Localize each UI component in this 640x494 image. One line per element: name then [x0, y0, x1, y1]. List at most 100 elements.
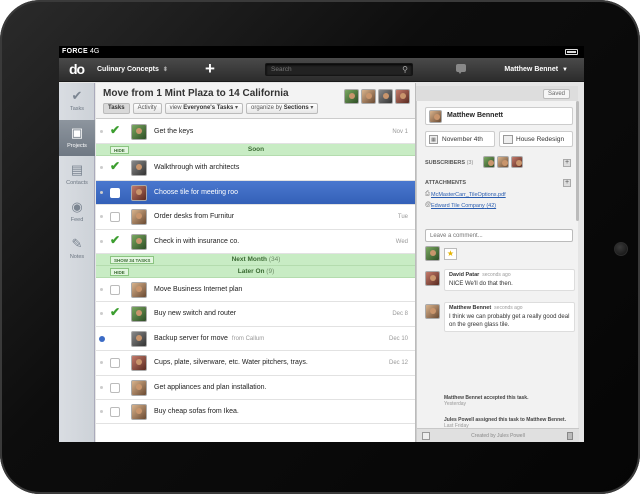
search-input[interactable]: [266, 64, 396, 75]
task-row[interactable]: ✔ Get the keys Nov 1: [96, 120, 415, 145]
calendar-icon: ▦: [429, 135, 438, 144]
section-toggle-button[interactable]: HIDE: [110, 146, 129, 155]
tab-tasks[interactable]: Tasks: [103, 103, 130, 114]
project-button[interactable]: House Redesign: [499, 131, 573, 147]
detail-scrollbar[interactable]: [576, 101, 579, 221]
assignee-card[interactable]: Matthew Bennett: [425, 107, 573, 125]
checkmark-icon[interactable]: ✔: [110, 305, 120, 319]
avatar[interactable]: [483, 156, 495, 168]
checkmark-icon[interactable]: ✔: [110, 233, 120, 247]
app-logo[interactable]: do: [69, 61, 85, 77]
sidebar-item-contacts[interactable]: ▤ Contacts: [59, 157, 95, 193]
detail-header: Saved: [416, 86, 578, 101]
priority-dot: [100, 166, 103, 170]
attachment-link[interactable]: McMasterCarr_TileOptions.pdf: [431, 192, 506, 198]
comment-input[interactable]: [426, 231, 566, 241]
task-row[interactable]: Backup server for move from Callum Dec 10: [96, 326, 415, 352]
collapse-icon[interactable]: [422, 432, 430, 440]
chevron-updown-icon: ⬍: [162, 67, 168, 73]
priority-dot: [100, 385, 103, 389]
add-task-button[interactable]: +: [205, 59, 215, 79]
avatar: [131, 281, 147, 298]
avatar[interactable]: [395, 89, 410, 104]
created-by-label: Created by Jules Powell: [471, 433, 525, 439]
comment-header: Matthew Bennet seconds ago: [449, 305, 570, 311]
checkmark-icon[interactable]: ✔: [110, 159, 120, 173]
task-title: Order desks from Furnitur: [154, 213, 235, 221]
search-box[interactable]: ⚲: [265, 63, 413, 76]
tab-activity[interactable]: Activity: [132, 103, 162, 114]
section-toggle-button[interactable]: HIDE: [110, 267, 129, 276]
sidebar-item-tasks[interactable]: ✔ Tasks: [59, 83, 95, 119]
sidebar-item-label: Feed: [70, 217, 84, 223]
chat-icon[interactable]: [456, 64, 466, 74]
battery-icon: [565, 49, 578, 55]
task-row[interactable]: ✔ Check in with insurance co. Wed: [96, 229, 415, 254]
search-icon[interactable]: ⚲: [402, 65, 408, 74]
paperclip-icon: ⎙: [425, 191, 430, 197]
task-checkbox[interactable]: [110, 382, 120, 393]
avatar[interactable]: [497, 156, 509, 168]
sidebar: ✔ Tasks ▣ Projects ▤ Contacts ◉ Feed ✎ Notes: [59, 83, 95, 442]
task-title: Choose tile for meeting roo: [154, 188, 239, 196]
comment: Matthew Bennet seconds ago I think we can…: [425, 302, 575, 338]
task-row[interactable]: Move Business Internet plan: [96, 277, 415, 303]
task-row[interactable]: Get appliances and plan installation.: [96, 375, 415, 400]
avatar[interactable]: [378, 89, 393, 104]
task-checkbox[interactable]: [110, 212, 120, 223]
project-members: [344, 89, 410, 104]
task-row[interactable]: ✔ Buy new switch and router Dec 8: [96, 302, 415, 327]
avatar[interactable]: [361, 89, 376, 104]
section-header: SHOW 34 TASKS Next Month (34): [96, 253, 415, 266]
comment-header: David Patar seconds ago: [449, 272, 570, 278]
comment-bubble: David Patar seconds ago NICE We'll do tha…: [444, 269, 575, 291]
organize-dropdown[interactable]: organize by Sections ▾: [245, 103, 319, 114]
trash-icon[interactable]: [567, 432, 573, 440]
attachment-link[interactable]: Edward Tile Company (42): [431, 203, 496, 209]
task-row[interactable]: Buy cheap sofas from Ikea.: [96, 399, 415, 425]
project-header: Move from 1 Mint Plaza to 14 California …: [96, 83, 415, 119]
organize-prefix: organize by: [250, 105, 283, 111]
task-checkbox[interactable]: [110, 358, 120, 369]
section-title: Later On: [237, 267, 265, 275]
avatar: [131, 306, 147, 323]
comment-box[interactable]: [425, 229, 573, 242]
avatar[interactable]: [511, 156, 523, 168]
task-checkbox[interactable]: [110, 284, 120, 295]
pencil-icon: ✎: [71, 236, 83, 251]
due-date-button[interactable]: ▦ November 4th: [425, 131, 495, 147]
task-due-date: Nov 1: [392, 129, 408, 135]
task-list: ✔ Get the keys Nov 1 HIDE Soon ✔ Walkthrough …: [96, 120, 415, 425]
task-checkbox[interactable]: [110, 187, 120, 198]
task-panel: Move from 1 Mint Plaza to 14 California …: [96, 83, 416, 442]
avatar[interactable]: [344, 89, 359, 104]
saved-button[interactable]: Saved: [542, 89, 570, 99]
star-icon[interactable]: ★: [444, 248, 457, 260]
sidebar-item-label: Contacts: [66, 180, 88, 186]
task-title: Buy cheap sofas from Ikea.: [154, 407, 239, 415]
add-subscriber-button[interactable]: +: [563, 159, 571, 167]
task-name: Get appliances and plan installation.: [154, 384, 266, 391]
task-row[interactable]: Order desks from Furnitur Tue: [96, 205, 415, 230]
section-toggle-button[interactable]: SHOW 34 TASKS: [110, 255, 155, 264]
sidebar-item-label: Projects: [67, 143, 87, 149]
task-row[interactable]: Choose tile for meeting roo: [96, 180, 415, 206]
user-menu[interactable]: Matthew Bennet ▼: [504, 66, 568, 73]
comment-time: seconds ago: [482, 272, 511, 278]
sidebar-item-feed[interactable]: ◉ Feed: [59, 194, 95, 230]
task-title: Walkthrough with architects: [154, 164, 240, 172]
add-attachment-button[interactable]: +: [563, 179, 571, 187]
view-filter-dropdown[interactable]: view Everyone's Tasks ▾: [164, 103, 243, 114]
task-row[interactable]: Cups, plate, silverware, etc. Water pitc…: [96, 351, 415, 376]
task-due-date: Dec 8: [392, 311, 408, 318]
checkmark-icon[interactable]: ✔: [110, 123, 120, 137]
organize-value: Sections: [283, 105, 309, 111]
sidebar-item-notes[interactable]: ✎ Notes: [59, 231, 95, 267]
task-row[interactable]: ✔ Walkthrough with architects: [96, 156, 415, 181]
section-title: Soon: [247, 146, 265, 154]
subscribers-heading: SUBSCRIBERS (3): [425, 160, 473, 166]
task-checkbox[interactable]: [110, 406, 120, 417]
task-due-date: Dec 12: [388, 360, 408, 367]
workspace-selector[interactable]: Culinary Concepts ⬍: [97, 66, 168, 73]
sidebar-item-projects[interactable]: ▣ Projects: [59, 120, 95, 156]
